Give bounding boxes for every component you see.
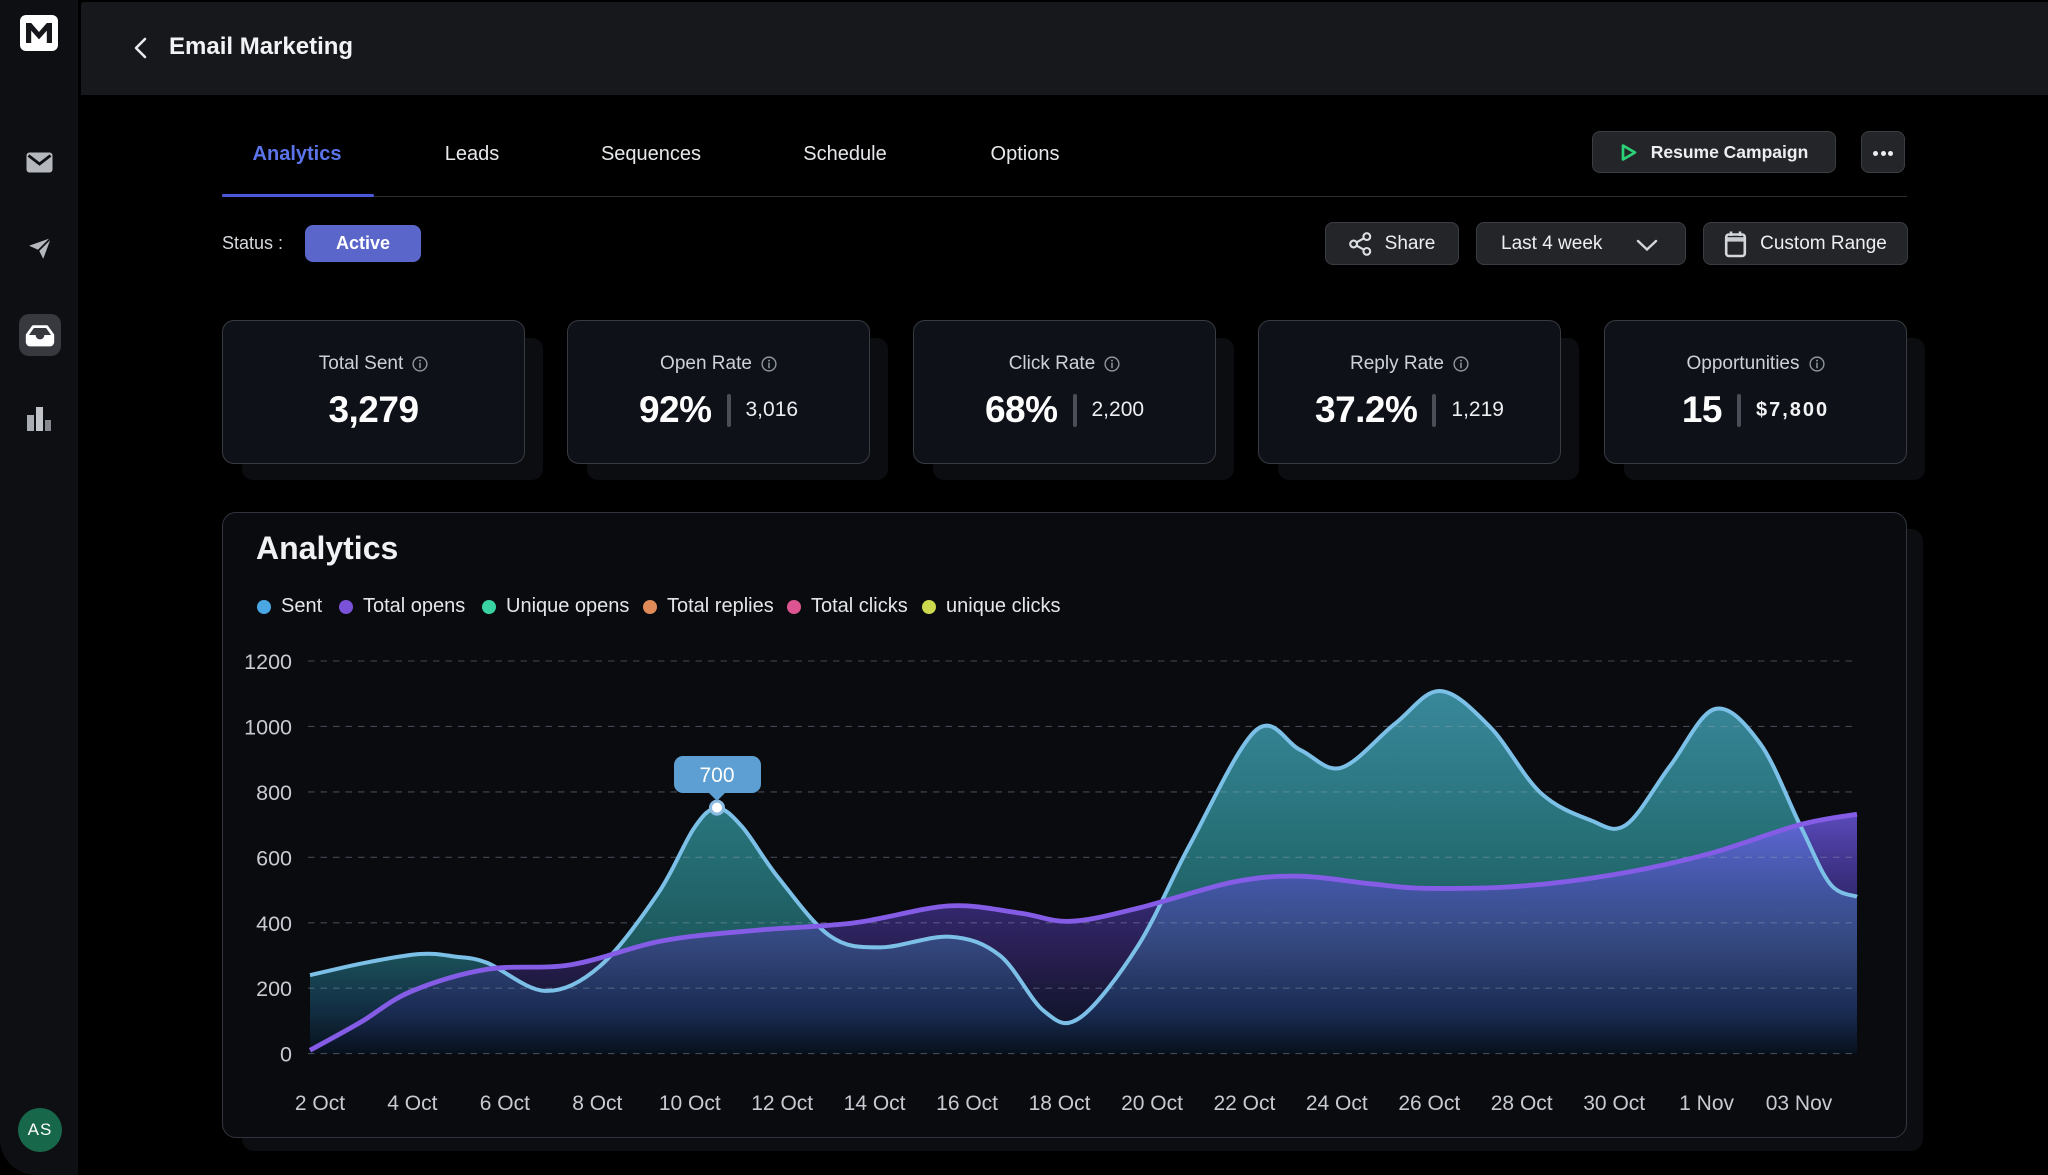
svg-text:24 Oct: 24 Oct (1306, 1092, 1368, 1115)
svg-text:0: 0 (280, 1043, 292, 1067)
svg-text:14 Oct: 14 Oct (844, 1092, 906, 1115)
svg-text:700: 700 (699, 764, 734, 787)
svg-text:16 Oct: 16 Oct (936, 1092, 998, 1115)
svg-text:4 Oct: 4 Oct (387, 1092, 437, 1115)
svg-text:18 Oct: 18 Oct (1029, 1092, 1091, 1115)
svg-text:12 Oct: 12 Oct (751, 1092, 813, 1115)
svg-text:8 Oct: 8 Oct (572, 1092, 622, 1115)
svg-text:20 Oct: 20 Oct (1121, 1092, 1183, 1115)
svg-text:26 Oct: 26 Oct (1398, 1092, 1460, 1115)
svg-text:30 Oct: 30 Oct (1583, 1092, 1645, 1115)
svg-text:200: 200 (256, 977, 292, 1001)
svg-text:1200: 1200 (244, 650, 292, 674)
svg-text:2 Oct: 2 Oct (295, 1092, 345, 1115)
svg-text:1 Nov: 1 Nov (1679, 1092, 1734, 1115)
svg-text:800: 800 (256, 781, 292, 805)
svg-text:28 Oct: 28 Oct (1491, 1092, 1553, 1115)
svg-text:1000: 1000 (244, 715, 292, 739)
svg-text:22 Oct: 22 Oct (1213, 1092, 1275, 1115)
svg-text:6 Oct: 6 Oct (480, 1092, 530, 1115)
svg-text:400: 400 (256, 912, 292, 936)
svg-text:10 Oct: 10 Oct (659, 1092, 721, 1115)
svg-text:600: 600 (256, 846, 292, 870)
svg-text:03 Nov: 03 Nov (1766, 1092, 1833, 1115)
